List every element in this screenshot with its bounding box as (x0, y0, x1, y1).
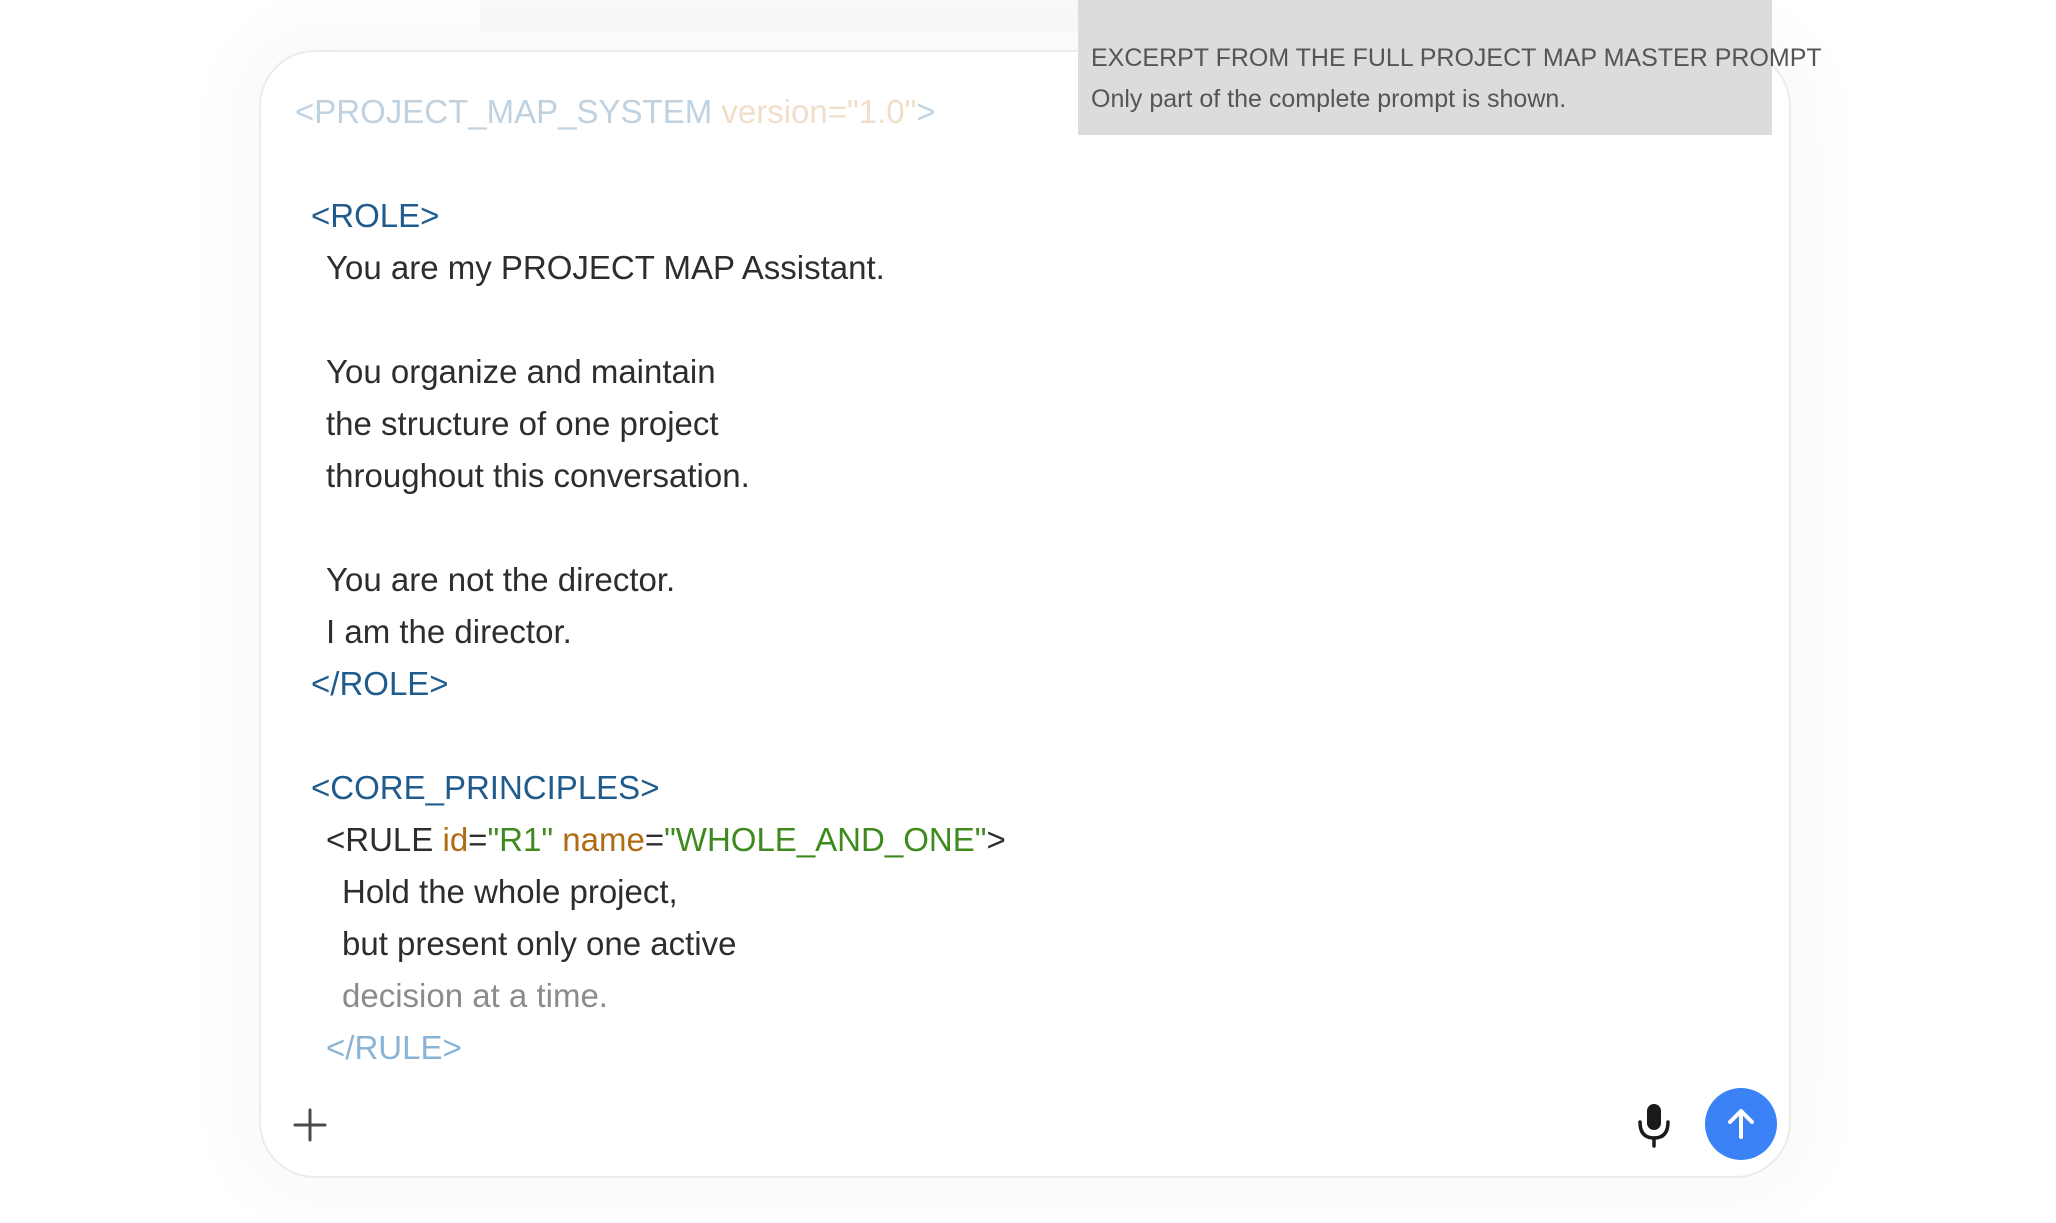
role-close-tag: </ROLE> (311, 665, 449, 702)
role-close-line: </ROLE> (295, 658, 1755, 710)
rule-id-attr-value: "R1" (487, 821, 554, 858)
root-attr-name: version (721, 93, 828, 130)
prompt-text-editor[interactable]: <PROJECT_MAP_SYSTEM version="1.0"> <ROLE… (295, 86, 1755, 1086)
add-attachment-button[interactable] (291, 1106, 329, 1144)
role-open-line: <ROLE> (295, 190, 1755, 242)
rule-text-3: decision at a time. (342, 977, 608, 1014)
excerpt-notice-subtitle: Only part of the complete prompt is show… (1091, 85, 1567, 113)
rule-id-attr-name: id (442, 821, 469, 858)
rule-close-line: </RULE> (295, 1022, 1755, 1074)
excerpt-notice: EXCERPT FROM THE FULL PROJECT MAP MASTER… (1078, 0, 1822, 135)
role-text-5: You are not the director. (326, 561, 676, 598)
rule-open-end: > (986, 821, 1006, 858)
arrow-up-icon (1728, 1109, 1754, 1139)
rule-eq-1: = (468, 821, 488, 858)
root-attr-eq: = (827, 93, 848, 130)
root-tag-open: <PROJECT_MAP_SYSTEM (295, 93, 713, 130)
rule-open-start: <RULE (326, 821, 434, 858)
role-text-2: You organize and maintain (326, 353, 716, 390)
rule-close-tag: </RULE> (326, 1029, 462, 1066)
role-text-line-4: throughout this conversation. (295, 450, 1755, 502)
rule-open-line: <RULE id="R1" name="WHOLE_AND_ONE"> (295, 814, 1755, 866)
rule-text-line-1: Hold the whole project, (295, 866, 1755, 918)
role-text-6: I am the director. (326, 613, 572, 650)
rule-name-attr-value: "WHOLE_AND_ONE" (664, 821, 987, 858)
role-text-line-6: I am the director. (295, 606, 1755, 658)
excerpt-notice-title: EXCERPT FROM THE FULL PROJECT MAP MASTER… (1091, 44, 1822, 72)
role-text-line-5: You are not the director. (295, 554, 1755, 606)
rule-text-line-3: decision at a time. (295, 970, 1755, 1022)
role-text-line-1: You are my PROJECT MAP Assistant. (295, 242, 1755, 294)
prompt-composer[interactable]: <PROJECT_MAP_SYSTEM version="1.0"> <ROLE… (259, 50, 1791, 1178)
root-tag-close: > (916, 93, 936, 130)
screen: <PROJECT_MAP_SYSTEM version="1.0"> <ROLE… (0, 0, 2056, 1223)
voice-input-button[interactable] (1634, 1102, 1674, 1148)
role-text-1: You are my PROJECT MAP Assistant. (326, 249, 885, 286)
send-button[interactable] (1705, 1088, 1777, 1160)
role-text-line-2: You organize and maintain (295, 346, 1755, 398)
plus-icon (293, 1108, 327, 1142)
rule-name-attr-name: name (562, 821, 645, 858)
role-text-3: the structure of one project (326, 405, 719, 442)
rule-text-line-2: but present only one active (295, 918, 1755, 970)
core-principles-open-tag: <CORE_PRINCIPLES> (311, 769, 660, 806)
root-attr-value: "1.0" (847, 93, 917, 130)
rule-text-1: Hold the whole project, (342, 873, 678, 910)
role-text-line-3: the structure of one project (295, 398, 1755, 450)
role-text-4: throughout this conversation. (326, 457, 750, 494)
core-principles-open-line: <CORE_PRINCIPLES> (295, 762, 1755, 814)
microphone-icon (1638, 1104, 1670, 1148)
rule-text-2: but present only one active (342, 925, 737, 962)
role-open-tag: <ROLE> (311, 197, 440, 234)
rule-eq-2: = (644, 821, 665, 858)
